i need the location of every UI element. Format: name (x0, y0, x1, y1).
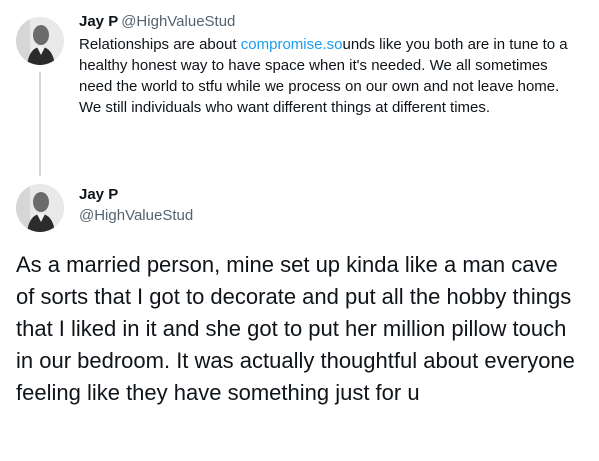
reply-tweet-text-start: Relationships are about (79, 36, 241, 53)
reply-tweet-text: Relationships are about compromise.sound… (79, 34, 575, 118)
avatar-photo-icon (16, 17, 64, 65)
avatar-photo-icon (16, 184, 64, 232)
avatar[interactable] (16, 184, 64, 232)
avatar[interactable] (16, 17, 64, 65)
reply-tweet[interactable]: Jay P @HighValueStud Relationships are ab… (79, 12, 579, 118)
main-tweet-author: Jay P @HighValueStud (79, 185, 193, 226)
author-handle[interactable]: @HighValueStud (121, 13, 235, 30)
author-name[interactable]: Jay P (79, 13, 118, 30)
thread-connector-line (39, 72, 41, 176)
reply-tweet-header: Jay P @HighValueStud (79, 12, 579, 32)
author-name[interactable]: Jay P (79, 185, 193, 205)
compromise-link[interactable]: compromise.so (241, 36, 343, 53)
author-handle[interactable]: @HighValueStud (79, 205, 193, 226)
main-tweet-text: As a married person, mine set up kinda l… (16, 252, 575, 405)
